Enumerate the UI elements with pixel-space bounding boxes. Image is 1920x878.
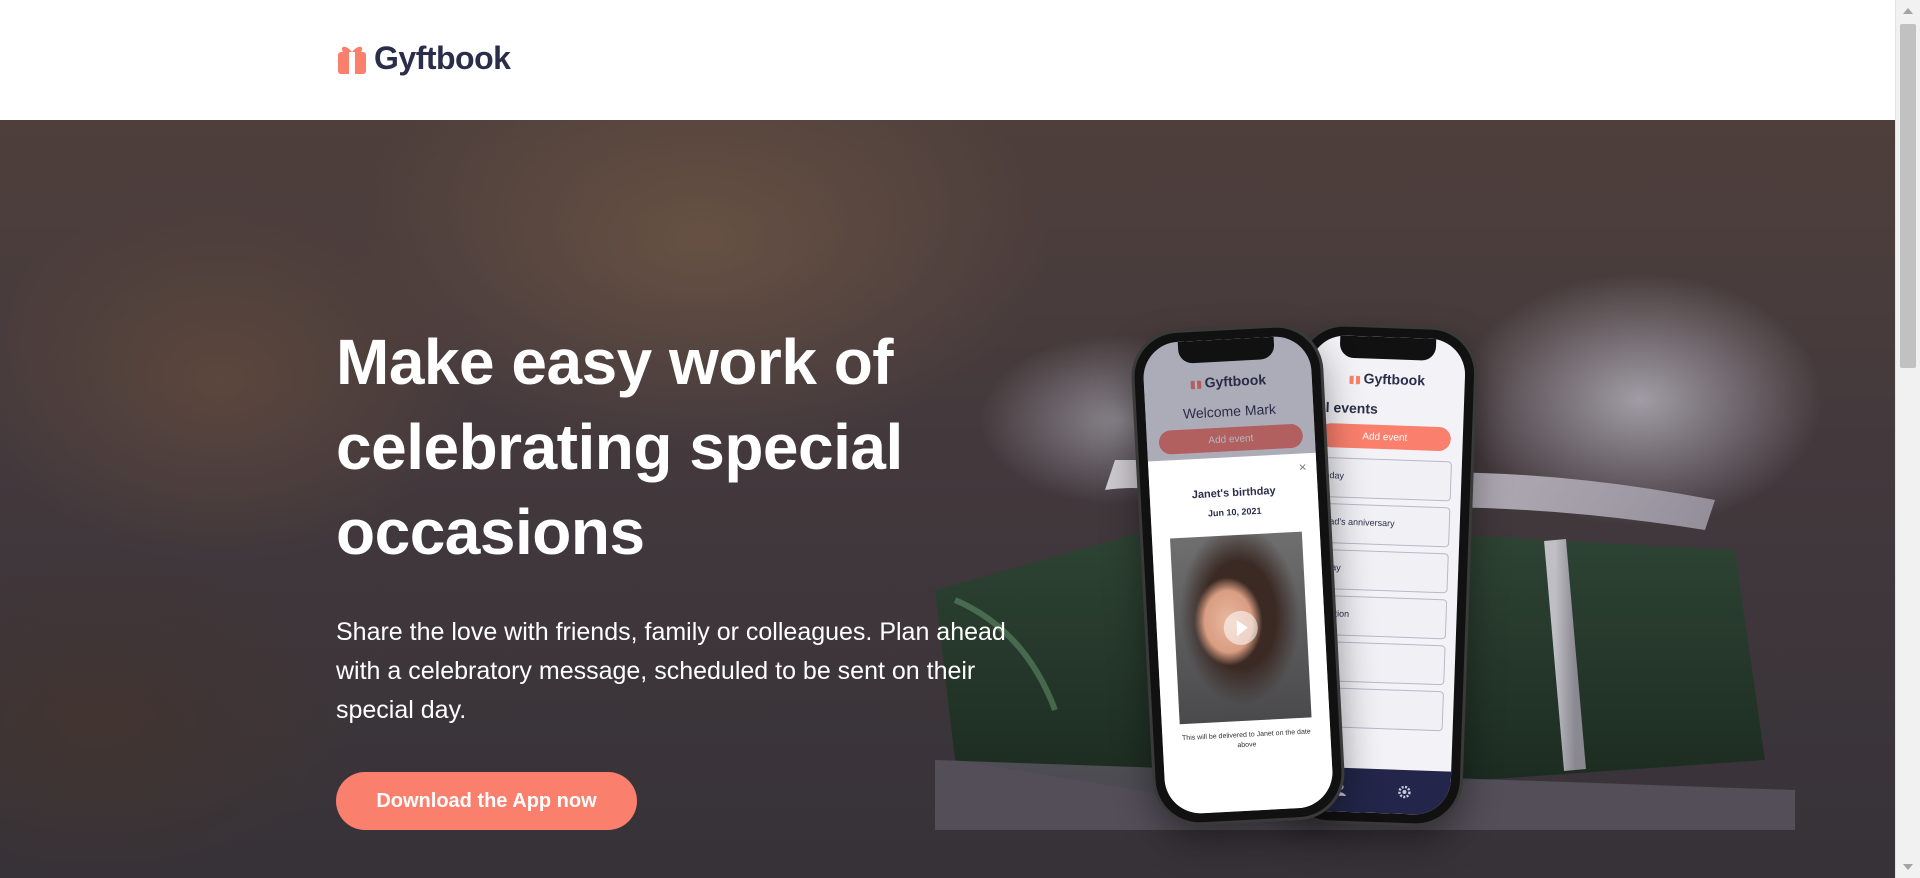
event-title: Janet's birthday xyxy=(1191,484,1276,502)
events-title: ll events xyxy=(1321,398,1379,417)
scroll-down-arrow-icon[interactable] xyxy=(1903,864,1913,870)
gyftbook-logo[interactable]: Gyftbook xyxy=(336,40,511,77)
delivery-note: This will be delivered to Janet on the d… xyxy=(1181,728,1311,750)
app-logo: Gyftbook xyxy=(1309,368,1465,389)
site-header: Gyftbook xyxy=(0,0,1895,120)
scrollbar-thumb[interactable] xyxy=(1900,24,1916,368)
close-icon[interactable]: × xyxy=(1298,459,1306,474)
gift-box-icon xyxy=(1349,375,1360,384)
hero-subtext: Share the love with friends, family or c… xyxy=(336,618,1006,724)
scroll-up-arrow-icon[interactable] xyxy=(1903,8,1913,14)
page-scrollbar[interactable] xyxy=(1895,0,1920,878)
download-app-button[interactable]: Download the App now xyxy=(336,772,637,830)
add-event-button[interactable]: Add event xyxy=(1318,422,1452,452)
app-logo-text: Gyftbook xyxy=(1363,370,1426,389)
phone-screen: Gyftbook Welcome Mark Add event × Janet'… xyxy=(1141,334,1335,816)
gift-box-icon xyxy=(338,46,366,74)
event-date: Jun 10, 2021 xyxy=(1207,505,1262,519)
phone-notch xyxy=(1339,335,1437,361)
phone-event-detail: Gyftbook Welcome Mark Add event × Janet'… xyxy=(1132,325,1344,825)
gear-icon[interactable] xyxy=(1397,785,1411,799)
event-item[interactable]: Dad's anniversary xyxy=(1313,502,1451,548)
play-icon[interactable] xyxy=(1222,610,1259,646)
app-phone-mockups: Gyftbook ll events Add event hday Dad's … xyxy=(1132,320,1476,825)
event-modal: × Janet's birthday Jun 10, 2021 This wil… xyxy=(1147,452,1335,816)
event-item[interactable]: hday xyxy=(1314,456,1453,502)
video-message-thumbnail[interactable] xyxy=(1169,531,1312,725)
hero-section: Make easy work of celebrating special oc… xyxy=(0,120,1895,878)
hero-headline: Make easy work of celebrating special oc… xyxy=(336,326,903,568)
event-item[interactable]: hday xyxy=(1311,548,1449,594)
logo-wordmark: Gyftbook xyxy=(374,40,511,76)
hero-content: Make easy work of celebrating special oc… xyxy=(336,320,1036,830)
